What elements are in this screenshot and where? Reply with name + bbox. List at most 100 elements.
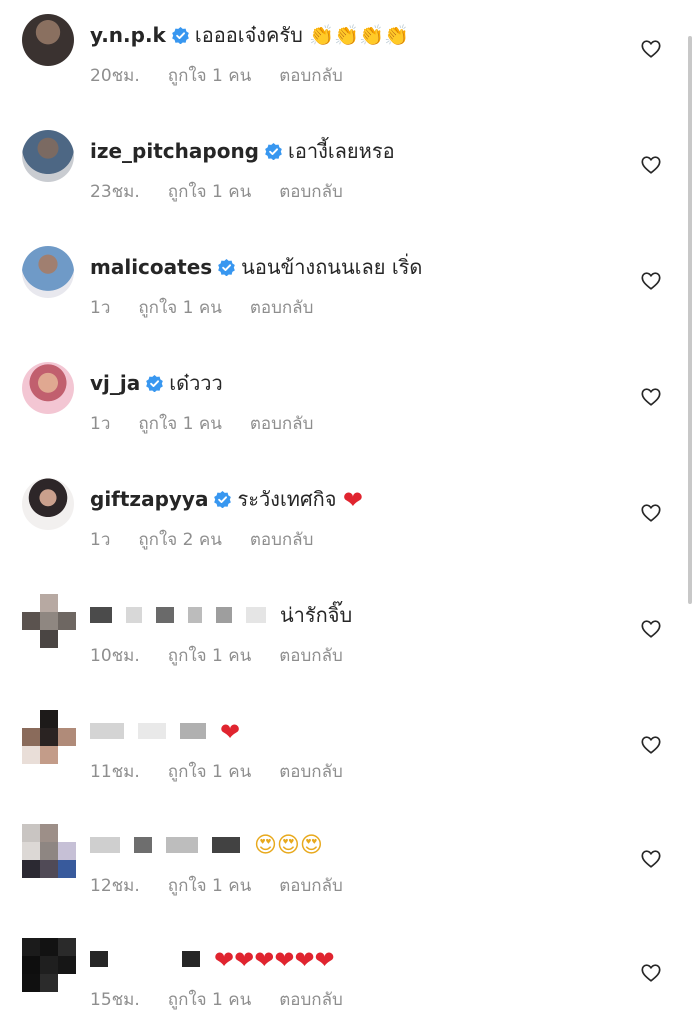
comment-likes-link[interactable]: ถูกใจ 1 คน <box>168 646 251 666</box>
redacted-username <box>126 607 142 623</box>
reply-button[interactable]: ตอบกลับ <box>279 182 343 202</box>
redacted-username <box>90 951 108 967</box>
comment-text: เด๋ววว <box>169 371 223 395</box>
avatar[interactable] <box>22 246 74 298</box>
heart-outline-icon[interactable] <box>640 38 662 60</box>
comment-username[interactable]: malicoates <box>90 255 212 279</box>
redacted-username <box>134 837 152 853</box>
redacted-username <box>188 607 202 623</box>
comment-line: ❤ <box>90 718 240 745</box>
comment-item: น่ารักจิ๊บ 10ชม. ถูกใจ 1 คน ตอบกลับ <box>0 580 698 692</box>
reply-button[interactable]: ตอบกลับ <box>279 762 343 782</box>
comment-item: giftzapyya ระวังเทศกิจ ❤ 1ว ถูกใจ 2 คน ตอบก… <box>0 464 698 576</box>
avatar[interactable] <box>22 362 74 414</box>
comment-line: 😍😍😍 <box>90 832 323 859</box>
verified-badge-icon <box>172 27 189 44</box>
redacted-username <box>156 607 174 623</box>
comment-meta: 1ว ถูกใจ 1 คน ตอบกลับ <box>90 294 341 321</box>
comment-time: 1ว <box>90 530 111 550</box>
avatar[interactable] <box>22 130 74 182</box>
redacted-username <box>212 837 240 853</box>
heart-outline-icon[interactable] <box>640 154 662 176</box>
comment-time: 1ว <box>90 298 111 318</box>
comment-likes-link[interactable]: ถูกใจ 1 คน <box>138 414 221 434</box>
comment-time: 11ชม. <box>90 762 140 782</box>
reply-button[interactable]: ตอบกลับ <box>279 876 343 896</box>
heart-outline-icon[interactable] <box>640 270 662 292</box>
reply-button[interactable]: ตอบกลับ <box>250 414 314 434</box>
redacted-username <box>246 607 266 623</box>
avatar[interactable] <box>22 938 76 992</box>
avatar[interactable] <box>22 594 76 648</box>
comment-line: ❤❤❤❤❤❤ <box>90 946 335 973</box>
comment-likes-link[interactable]: ถูกใจ 2 คน <box>138 530 221 550</box>
reply-button[interactable]: ตอบกลับ <box>279 990 343 1010</box>
heart-outline-icon[interactable] <box>640 618 662 640</box>
comment-line: malicoates นอนข้างถนนเลย เริ่ด <box>90 254 422 280</box>
comment-likes-link[interactable]: ถูกใจ 1 คน <box>168 990 251 1010</box>
comment-item: vj_ja เด๋ววว 1ว ถูกใจ 1 คน ตอบกลับ <box>0 348 698 460</box>
heart-eyes-emoji-icon: 😍😍😍 <box>254 833 323 858</box>
avatar[interactable] <box>22 478 74 530</box>
redacted-username <box>182 951 200 967</box>
comment-likes-link[interactable]: ถูกใจ 1 คน <box>138 298 221 318</box>
comment-item: ❤ 11ชม. ถูกใจ 1 คน ตอบกลับ <box>0 696 698 808</box>
comment-meta: 11ชม. ถูกใจ 1 คน ตอบกลับ <box>90 758 371 785</box>
verified-badge-icon <box>218 259 236 276</box>
comment-meta: 1ว ถูกใจ 1 คน ตอบกลับ <box>90 410 341 437</box>
red-heart-emoji-icon: ❤❤❤❤❤❤ <box>214 946 335 974</box>
comment-username[interactable]: ize_pitchapong <box>90 139 259 163</box>
verified-badge-icon <box>265 143 282 160</box>
comment-time: 23ชม. <box>90 182 140 202</box>
heart-outline-icon[interactable] <box>640 962 662 984</box>
comment-time: 20ชม. <box>90 66 140 86</box>
heart-outline-icon[interactable] <box>640 848 662 870</box>
avatar[interactable] <box>22 14 74 66</box>
comment-item: 😍😍😍 12ชม. ถูกใจ 1 คน ตอบกลับ <box>0 810 698 922</box>
redacted-username <box>90 607 112 623</box>
comment-username[interactable]: giftzapyya <box>90 487 208 511</box>
comment-item: malicoates นอนข้างถนนเลย เริ่ด 1ว ถูกใจ 1 … <box>0 232 698 344</box>
avatar[interactable] <box>22 824 76 878</box>
avatar[interactable] <box>22 710 76 764</box>
comment-text: เอออเจ๋งครับ <box>194 23 303 47</box>
redacted-username <box>90 837 120 853</box>
verified-badge-icon <box>214 491 232 508</box>
red-heart-emoji-icon: ❤ <box>342 486 363 514</box>
comment-meta: 12ชม. ถูกใจ 1 คน ตอบกลับ <box>90 872 371 899</box>
reply-button[interactable]: ตอบกลับ <box>279 646 343 666</box>
comment-line: vj_ja เด๋ววว <box>90 370 223 396</box>
comment-text: นอนข้างถนนเลย เริ่ด <box>241 255 423 279</box>
comment-likes-link[interactable]: ถูกใจ 1 คน <box>168 762 251 782</box>
comment-likes-link[interactable]: ถูกใจ 1 คน <box>168 182 251 202</box>
redacted-username <box>216 607 232 623</box>
comment-time: 12ชม. <box>90 876 140 896</box>
comment-likes-link[interactable]: ถูกใจ 1 คน <box>168 876 251 896</box>
comment-line: y.n.p.k เอออเจ๋งครับ 👏👏👏👏 <box>90 22 409 48</box>
redacted-username <box>166 837 198 853</box>
comment-time: 10ชม. <box>90 646 140 666</box>
redacted-username <box>180 723 206 739</box>
comment-text: เอางี้เลยหรอ <box>288 139 395 163</box>
heart-outline-icon[interactable] <box>640 734 662 756</box>
verified-badge-icon <box>146 375 164 392</box>
reply-button[interactable]: ตอบกลับ <box>279 66 343 86</box>
comment-username[interactable]: vj_ja <box>90 371 140 395</box>
comment-item: ize_pitchapong เอางี้เลยหรอ 23ชม. ถูกใจ 1 … <box>0 116 698 228</box>
comment-meta: 23ชม. ถูกใจ 1 คน ตอบกลับ <box>90 178 371 205</box>
vertical-scrollbar[interactable] <box>688 36 692 604</box>
reply-button[interactable]: ตอบกลับ <box>250 530 314 550</box>
comment-time: 1ว <box>90 414 111 434</box>
redacted-username <box>90 723 124 739</box>
heart-outline-icon[interactable] <box>640 386 662 408</box>
comment-time: 15ชม. <box>90 990 140 1010</box>
comment-meta: 15ชม. ถูกใจ 1 คน ตอบกลับ <box>90 986 371 1013</box>
comment-likes-link[interactable]: ถูกใจ 1 คน <box>168 66 251 86</box>
comment-meta: 10ชม. ถูกใจ 1 คน ตอบกลับ <box>90 642 371 669</box>
comment-username[interactable]: y.n.p.k <box>90 23 166 47</box>
heart-outline-icon[interactable] <box>640 502 662 524</box>
reply-button[interactable]: ตอบกลับ <box>250 298 314 318</box>
redacted-username <box>122 951 168 967</box>
comment-item: ❤❤❤❤❤❤ 15ชม. ถูกใจ 1 คน ตอบกลับ <box>0 924 698 1036</box>
comment-text: น่ารักจิ๊บ <box>280 603 353 627</box>
